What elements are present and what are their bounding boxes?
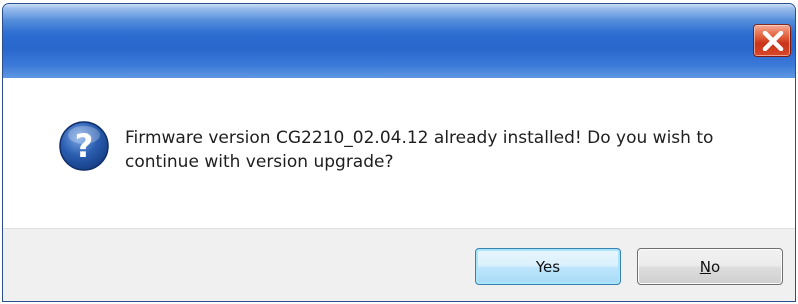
svg-text:?: ? bbox=[75, 127, 94, 165]
button-bar: Yes No bbox=[3, 228, 795, 301]
close-button[interactable] bbox=[753, 24, 791, 57]
yes-button-label: Yes bbox=[535, 257, 561, 276]
yes-button[interactable]: Yes bbox=[475, 248, 621, 285]
message-dialog: ? Firmware version CG2210_02.04.12 alrea… bbox=[2, 3, 796, 302]
no-button-label: o bbox=[711, 257, 721, 276]
no-button[interactable]: No bbox=[637, 248, 783, 285]
dialog-message: Firmware version CG2210_02.04.12 already… bbox=[125, 128, 714, 172]
dialog-body: ? Firmware version CG2210_02.04.12 alrea… bbox=[11, 78, 787, 224]
close-icon bbox=[762, 31, 784, 51]
question-icon: ? bbox=[59, 121, 109, 171]
title-bar[interactable] bbox=[3, 4, 795, 78]
no-button-mnemonic: N bbox=[699, 257, 712, 276]
